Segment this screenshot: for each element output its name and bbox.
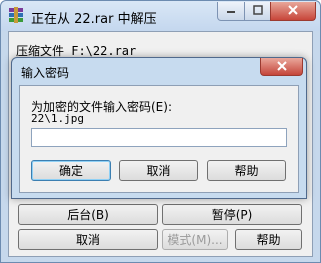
outer-cancel-button[interactable]: 取消 <box>18 229 158 250</box>
minimize-button[interactable] <box>217 2 245 21</box>
outer-window-title: 正在从 22.rar 中解压 <box>31 12 157 27</box>
outer-titlebar[interactable]: 正在从 22.rar 中解压 <box>1 1 320 31</box>
close-icon <box>288 4 298 18</box>
encrypted-file-path: 22\1.jpg <box>31 112 84 125</box>
dialog-title: 输入密码 <box>21 66 70 80</box>
minimize-icon <box>226 5 236 18</box>
background-button[interactable]: 后台(B) <box>18 204 158 225</box>
winrar-app-icon <box>8 7 24 23</box>
outer-close-button[interactable] <box>270 2 316 21</box>
dialog-close-button[interactable] <box>260 58 303 76</box>
dialog-help-button[interactable]: 帮助 <box>207 160 286 181</box>
ok-button[interactable]: 确定 <box>31 160 111 181</box>
dialog-cancel-button[interactable]: 取消 <box>119 160 198 181</box>
maximize-icon <box>252 4 263 18</box>
outer-help-button[interactable]: 帮助 <box>235 229 302 250</box>
maximize-button[interactable] <box>244 2 271 21</box>
pause-button[interactable]: 暂停(P) <box>162 204 302 225</box>
mode-button[interactable]: 模式(M)... <box>162 229 228 250</box>
close-icon <box>276 60 287 74</box>
password-input[interactable] <box>31 128 287 147</box>
